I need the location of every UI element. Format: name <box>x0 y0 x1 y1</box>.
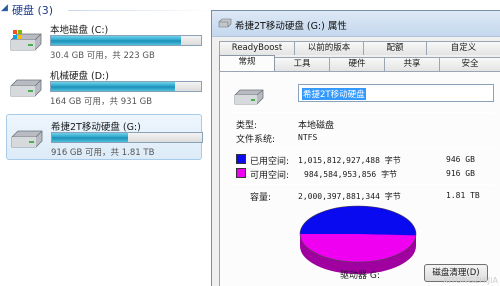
volume-drive-icon <box>234 89 264 105</box>
drive-free-space: 916 GB 可用，共 1.81 TB <box>51 148 155 158</box>
tab-customize[interactable]: 自定义 <box>426 41 500 55</box>
used-space-size: 946 GB <box>446 155 475 164</box>
tab-sharing[interactable]: 共享 <box>384 57 440 71</box>
explorer-drives-pane: ◢ 硬盘 (3) 本地磁盘 (C:) 30.4 GB 可用，共 223 GB 机… <box>0 0 212 286</box>
drive-usage-fill <box>52 133 128 142</box>
tab-quota[interactable]: 配额 <box>363 41 427 55</box>
tab-previous-versions[interactable]: 以前的版本 <box>294 41 364 55</box>
drive-item-g[interactable]: 希捷2T移动硬盘 (G:) 916 GB 可用，共 1.81 TB <box>6 114 203 160</box>
drive-letter-label: 驱动器 G: <box>340 271 380 281</box>
type-label: 类型: <box>236 121 258 131</box>
section-title: 硬盘 (3) <box>12 4 54 17</box>
system-drive-icon <box>10 30 42 51</box>
pie-used-slice <box>300 206 416 236</box>
drive-usage-bar <box>51 132 203 143</box>
drive-free-space: 164 GB 可用，共 931 GB <box>50 97 153 107</box>
capacity-label: 容量: <box>250 193 272 203</box>
drive-name: 机械硬盘 (D:) <box>50 71 109 82</box>
free-space-bytes: 984,584,953,856 字节 <box>304 170 398 179</box>
drive-free-space: 30.4 GB 可用，共 223 GB <box>50 51 155 61</box>
drive-item-c[interactable]: 本地磁盘 (C:) 30.4 GB 可用，共 223 GB <box>6 18 202 64</box>
properties-dialog: 希捷2T移动硬盘 (G:) 属性 ReadyBoost 以前的版本 配额 自定义… <box>211 10 500 286</box>
volume-name-value: 希捷2T移动硬盘 <box>302 88 366 100</box>
watermark: XITONGZHIJIA <box>442 276 498 285</box>
collapse-chevron-icon[interactable]: ◢ <box>1 3 11 15</box>
divider <box>232 112 494 113</box>
type-value: 本地磁盘 <box>298 121 335 131</box>
hard-drive-icon <box>11 130 43 148</box>
free-space-label: 可用空间: <box>250 171 290 181</box>
dialog-titlebar[interactable]: 希捷2T移动硬盘 (G:) 属性 <box>212 11 500 37</box>
drive-title-icon <box>218 18 232 28</box>
dialog-title: 希捷2T移动硬盘 (G:) 属性 <box>235 21 347 32</box>
filesystem-value: NTFS <box>298 133 318 142</box>
disk-usage-pie-chart <box>299 205 417 274</box>
tab-tools[interactable]: 工具 <box>274 57 330 71</box>
general-tab-page: 希捷2T移动硬盘 类型: 本地磁盘 文件系统: NTFS 已用空间: 1,015… <box>219 71 500 286</box>
capacity-size: 1.81 TB <box>446 191 480 200</box>
tab-readyboost[interactable]: ReadyBoost <box>219 41 295 55</box>
drive-item-d[interactable]: 机械硬盘 (D:) 164 GB 可用，共 931 GB <box>6 64 202 110</box>
drive-usage-bar <box>50 35 202 46</box>
hard-drive-icon <box>10 79 42 97</box>
used-space-label: 已用空间: <box>250 157 290 167</box>
drive-name: 本地磁盘 (C:) <box>50 25 109 36</box>
tab-general[interactable]: 常规 <box>219 55 275 71</box>
volume-name-input[interactable]: 希捷2T移动硬盘 <box>298 84 494 102</box>
free-space-size: 916 GB <box>446 169 475 178</box>
free-space-swatch <box>236 168 246 178</box>
tab-security[interactable]: 安全 <box>439 57 500 71</box>
filesystem-label: 文件系统: <box>236 135 276 145</box>
tab-hardware[interactable]: 硬件 <box>329 57 385 71</box>
divider <box>232 184 494 185</box>
drive-usage-bar <box>50 81 202 92</box>
used-space-swatch <box>236 154 246 164</box>
divider <box>232 148 494 149</box>
section-divider <box>68 10 212 11</box>
drive-name: 希捷2T移动硬盘 (G:) <box>51 122 141 133</box>
drive-usage-fill <box>51 36 181 45</box>
drive-usage-fill <box>51 82 175 91</box>
used-space-bytes: 1,015,812,927,488 字节 <box>298 156 401 165</box>
